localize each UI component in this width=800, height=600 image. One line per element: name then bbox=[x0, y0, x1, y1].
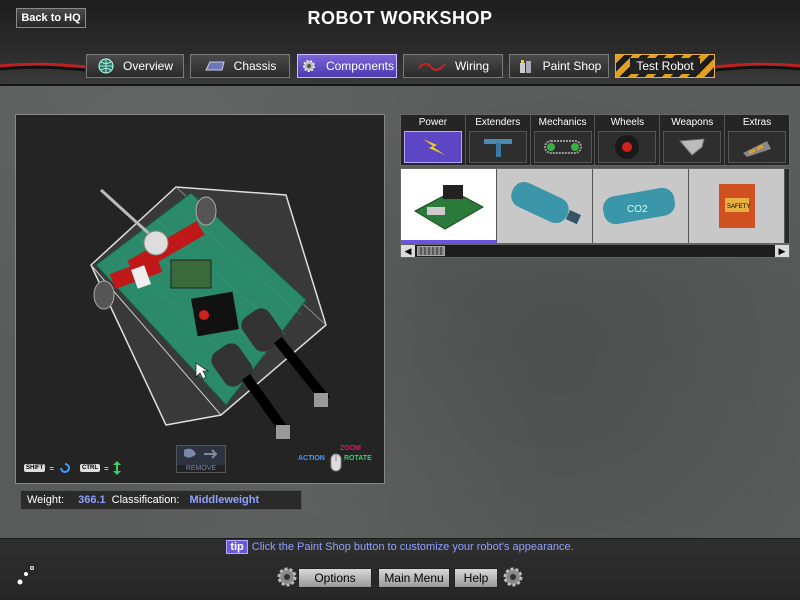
zoom-label: ZOOM bbox=[340, 445, 361, 452]
gear-icon bbox=[277, 567, 297, 587]
component-parts-list: CO2 SAFETY bbox=[400, 168, 790, 244]
tab-label: Paint Shop bbox=[542, 59, 602, 73]
part-safety-box[interactable]: SAFETY bbox=[689, 169, 785, 243]
mouse-icon bbox=[330, 453, 342, 472]
category-label: Power bbox=[418, 117, 448, 128]
mouse-controls-hint: ZOOM ACTION ROTATE bbox=[298, 445, 378, 475]
tab-chassis[interactable]: Chassis bbox=[190, 54, 290, 78]
gas-tank-image bbox=[510, 182, 581, 225]
rotate-icon bbox=[60, 463, 70, 473]
classification-value: Middleweight bbox=[189, 494, 260, 506]
page-title: ROBOT WORKSHOP bbox=[307, 8, 493, 28]
shift-key-label: SHIFT bbox=[24, 464, 46, 472]
scroll-right-icon[interactable]: ▶ bbox=[775, 245, 789, 257]
category-label: Extras bbox=[742, 117, 772, 128]
category-weapons[interactable]: Weapons bbox=[660, 115, 726, 165]
action-label: ACTION bbox=[298, 455, 325, 462]
category-wheels[interactable]: Wheels bbox=[595, 115, 661, 165]
equals-sign: = bbox=[49, 463, 55, 473]
tip-text: Click the Paint Shop button to customize… bbox=[251, 541, 574, 553]
classification-label: Classification: bbox=[111, 494, 180, 506]
category-label: Weapons bbox=[671, 117, 714, 128]
tip-message: tip Click the Paint Shop button to custom… bbox=[0, 540, 800, 554]
t-bar-icon bbox=[483, 139, 512, 157]
circuit-board-image bbox=[413, 184, 484, 230]
remove-button[interactable]: REMOVE bbox=[176, 445, 226, 473]
blade-icon bbox=[679, 138, 705, 156]
vertical-move-icon bbox=[112, 461, 121, 475]
globe-icon bbox=[98, 58, 114, 74]
tab-label: Components bbox=[325, 59, 395, 73]
co2-tank-image: CO2 bbox=[602, 187, 675, 225]
parts-scrollbar[interactable]: ◀ ▶ bbox=[400, 244, 790, 258]
main-menu-button[interactable]: Main Menu bbox=[378, 568, 450, 588]
equals-sign: = bbox=[104, 463, 109, 473]
tab-label: Test Robot bbox=[630, 58, 700, 74]
category-extras[interactable]: Extras bbox=[725, 115, 789, 165]
tab-overview[interactable]: Overview bbox=[86, 54, 184, 78]
options-button[interactable]: Options bbox=[298, 568, 372, 588]
gear-icon bbox=[302, 60, 315, 72]
tab-label: Wiring bbox=[454, 59, 489, 73]
tab-test-robot[interactable]: Test Robot bbox=[615, 54, 715, 78]
help-button[interactable]: Help bbox=[454, 568, 498, 588]
loading-dots-icon bbox=[17, 566, 34, 585]
tab-wiring[interactable]: Wiring bbox=[403, 54, 503, 78]
rotate-label: ROTATE bbox=[344, 455, 372, 462]
tab-label: Chassis bbox=[233, 59, 277, 73]
category-label: Extenders bbox=[475, 117, 521, 128]
lightning-icon bbox=[422, 139, 445, 155]
paint-icon bbox=[519, 60, 531, 73]
remove-arrow-icon bbox=[184, 448, 218, 459]
chain-belt-icon bbox=[543, 140, 582, 154]
co2-label: CO2 bbox=[627, 204, 648, 215]
safety-label: SAFETY bbox=[727, 204, 750, 210]
wire-icon bbox=[418, 62, 446, 71]
wheel-icon bbox=[615, 135, 640, 159]
part-gas-tank[interactable] bbox=[497, 169, 593, 243]
part-circuit-board[interactable] bbox=[401, 169, 497, 243]
scroll-left-icon[interactable]: ◀ bbox=[401, 245, 415, 257]
ctrl-key-label: CTRL bbox=[80, 464, 101, 472]
wedge-icon bbox=[743, 141, 772, 157]
scroll-thumb[interactable] bbox=[417, 246, 445, 256]
robot-model[interactable] bbox=[16, 115, 384, 483]
robot-stats-bar: Weight: 366.1 Classification: Middleweig… bbox=[20, 490, 302, 510]
part-co2-tank[interactable]: CO2 bbox=[593, 169, 689, 243]
safety-box-image: SAFETY bbox=[718, 184, 755, 228]
category-power[interactable]: Power bbox=[401, 115, 466, 165]
tab-label: Overview bbox=[122, 59, 173, 73]
gear-icon bbox=[503, 567, 523, 587]
category-mechanics[interactable]: Mechanics bbox=[531, 115, 596, 165]
category-label: Wheels bbox=[610, 117, 645, 128]
robot-3d-viewport[interactable]: SHIFT = CTRL = REMOVE ZOOM ACTION ROTATE bbox=[15, 114, 385, 484]
tip-tag: tip bbox=[226, 540, 248, 554]
rotate-hint: SHIFT = CTRL = bbox=[24, 461, 121, 475]
weight-label: Weight: bbox=[27, 494, 65, 506]
weight-value: 366.1 bbox=[78, 494, 106, 506]
category-extenders[interactable]: Extenders bbox=[466, 115, 531, 165]
remove-label: REMOVE bbox=[177, 465, 225, 472]
chassis-icon bbox=[204, 61, 225, 71]
tab-paint-shop[interactable]: Paint Shop bbox=[509, 54, 609, 78]
component-category-tabs: Power Extenders Mechanics Wheels Weapons… bbox=[400, 114, 790, 166]
category-label: Mechanics bbox=[538, 117, 587, 128]
tab-components[interactable]: Components bbox=[297, 54, 397, 78]
